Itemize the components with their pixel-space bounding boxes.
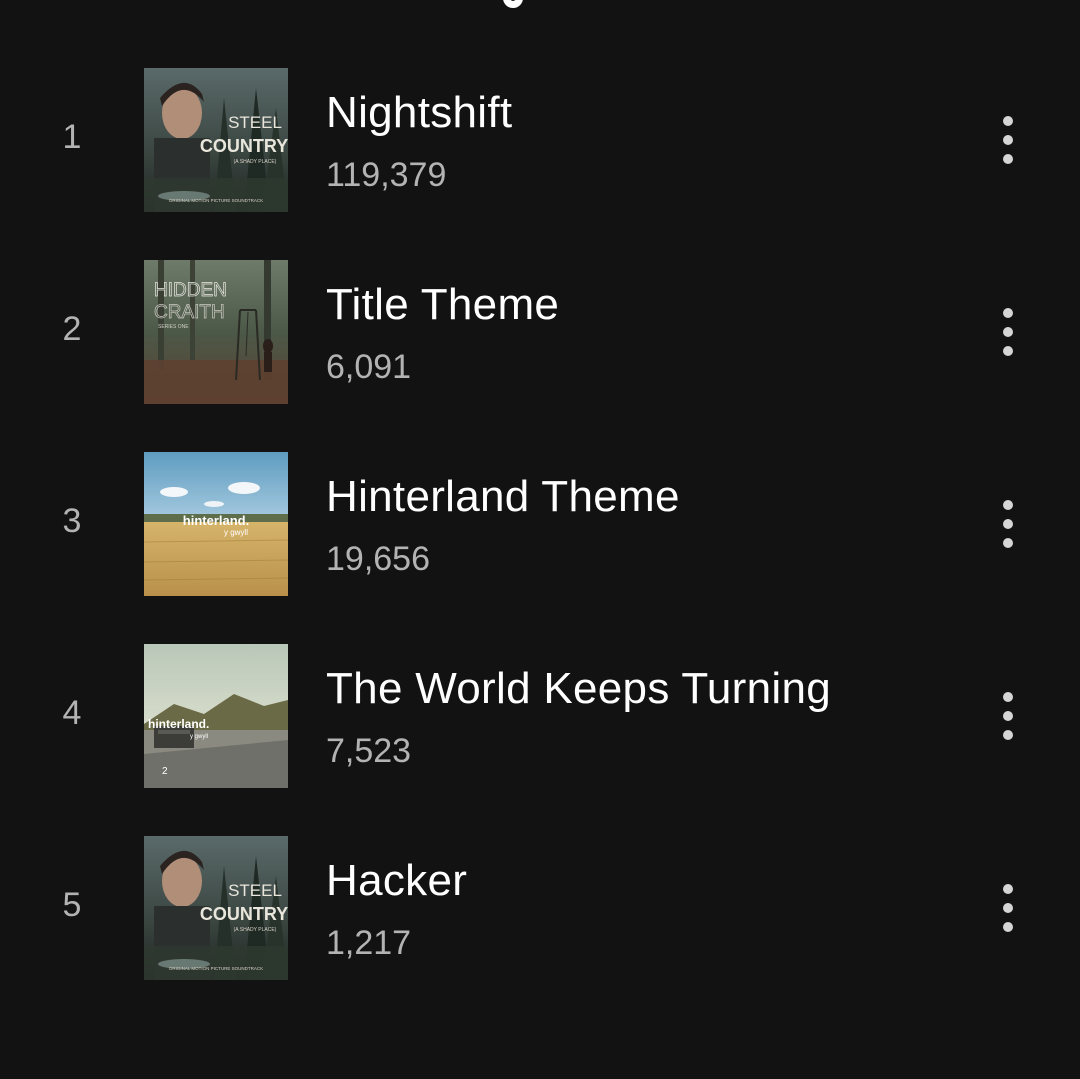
track-play-count: 119,379	[326, 156, 447, 194]
more-vertical-icon[interactable]	[988, 112, 1028, 168]
svg-text:HIDDEN: HIDDEN	[154, 280, 227, 301]
track-title: Title Theme	[326, 280, 560, 329]
svg-text:2: 2	[162, 766, 168, 777]
track-row[interactable]: 2 HIDDEN CRAITH SERIES ONE Title Theme 6…	[0, 260, 1080, 408]
track-title: Hinterland Theme	[326, 472, 680, 521]
svg-text:SERIES ONE: SERIES ONE	[158, 324, 189, 330]
more-vertical-icon[interactable]	[988, 304, 1028, 360]
more-vertical-icon[interactable]	[988, 688, 1028, 744]
section-header-fragment	[503, 0, 523, 8]
more-vertical-icon[interactable]	[988, 880, 1028, 936]
svg-text:COUNTRY: COUNTRY	[200, 904, 288, 924]
svg-text:hinterland.: hinterland.	[183, 513, 249, 528]
track-row[interactable]: 5 STEEL COUNTRY (A SHADY PLACE) ORIGINAL…	[0, 836, 1080, 984]
track-row[interactable]: 3 hinterland. y gwyll Hinterland Theme 1…	[0, 452, 1080, 600]
track-play-count: 7,523	[326, 732, 412, 770]
svg-text:y gwyll: y gwyll	[224, 528, 248, 537]
track-title: Hacker	[326, 856, 468, 905]
svg-text:y gwyll: y gwyll	[190, 734, 208, 740]
svg-text:ORIGINAL MOTION PICTURE SOUNDT: ORIGINAL MOTION PICTURE SOUNDTRACK	[169, 198, 263, 203]
track-row[interactable]: 1 STEEL COUNTRY (A SHADY PLACE) ORIGINAL…	[0, 68, 1080, 216]
svg-text:ORIGINAL MOTION PICTURE SOUNDT: ORIGINAL MOTION PICTURE SOUNDTRACK	[169, 966, 263, 971]
svg-text:STEEL: STEEL	[228, 113, 282, 132]
track-row[interactable]: 4 hinterland. y gwyll 2 The World Keeps …	[0, 644, 1080, 792]
track-rank: 1	[62, 118, 82, 156]
svg-text:COUNTRY: COUNTRY	[200, 136, 288, 156]
more-vertical-icon[interactable]	[988, 496, 1028, 552]
album-art-hidden-craith: HIDDEN CRAITH SERIES ONE	[144, 260, 288, 404]
track-title: The World Keeps Turning	[326, 664, 832, 713]
svg-text:(A SHADY PLACE): (A SHADY PLACE)	[234, 159, 277, 165]
track-play-count: 6,091	[326, 348, 412, 386]
track-rank: 3	[62, 502, 82, 540]
album-art-hinterland-road: hinterland. y gwyll 2	[144, 644, 288, 788]
album-art-steel-country: STEEL COUNTRY (A SHADY PLACE) ORIGINAL M…	[144, 68, 288, 212]
track-rank: 4	[62, 694, 82, 732]
svg-text:hinterland.: hinterland.	[148, 717, 209, 731]
track-play-count: 1,217	[326, 924, 412, 962]
album-art-hinterland-field: hinterland. y gwyll	[144, 452, 288, 596]
track-rank: 5	[62, 886, 82, 924]
track-play-count: 19,656	[326, 540, 430, 578]
svg-text:STEEL: STEEL	[228, 881, 282, 900]
album-art-steel-country: STEEL COUNTRY (A SHADY PLACE) ORIGINAL M…	[144, 836, 288, 980]
svg-text:CRAITH: CRAITH	[154, 302, 225, 323]
track-title: Nightshift	[326, 88, 513, 137]
track-rank: 2	[62, 310, 82, 348]
svg-text:(A SHADY PLACE): (A SHADY PLACE)	[234, 927, 277, 933]
popular-tracks-screen: 1 STEEL COUNTRY (A SHADY PLACE) ORIGINAL…	[0, 0, 1080, 1079]
